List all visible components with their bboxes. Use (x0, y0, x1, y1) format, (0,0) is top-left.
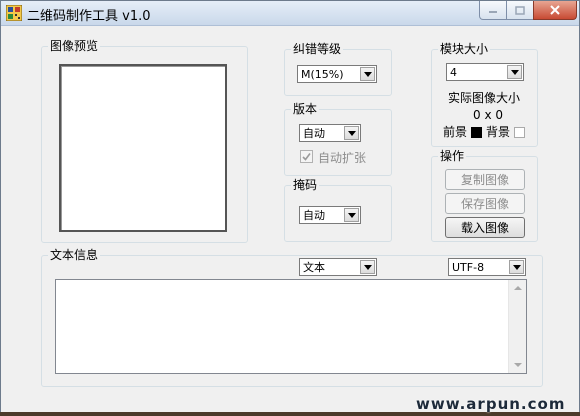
main-window: 二维码制作工具 v1.0 图像预览 纠错等级 M(15%) 版本 自动 自动扩张… (0, 0, 580, 416)
preview-group: 图像预览 (41, 39, 248, 243)
load-image-button[interactable]: 载入图像 (445, 217, 525, 238)
qr-app-icon (6, 5, 22, 21)
window-title: 二维码制作工具 v1.0 (27, 9, 151, 24)
text-content-input[interactable] (55, 279, 527, 374)
title-bar[interactable]: 二维码制作工具 v1.0 (1, 1, 579, 26)
version-value: 自动 (303, 127, 325, 140)
chevron-down-icon[interactable] (509, 260, 524, 274)
module-size-value: 4 (450, 66, 457, 79)
mask-group: 掩码 自动 (284, 178, 392, 242)
encoding-value: UTF-8 (452, 261, 485, 274)
error-correction-select[interactable]: M(15%) (297, 65, 377, 83)
mask-label: 掩码 (291, 178, 320, 192)
module-size-group: 模块大小 4 实际图像大小 0 x 0 前景 背景 (431, 42, 538, 147)
save-image-label: 保存图像 (460, 197, 509, 211)
chevron-down-icon[interactable] (344, 208, 359, 222)
version-label: 版本 (291, 102, 320, 116)
module-size-label: 模块大小 (438, 42, 491, 56)
error-correction-group: 纠错等级 M(15%) (284, 42, 392, 96)
chevron-down-icon[interactable] (344, 126, 359, 140)
save-image-button[interactable]: 保存图像 (445, 193, 525, 214)
load-image-label: 载入图像 (460, 221, 509, 235)
minimize-button[interactable] (479, 1, 507, 20)
actual-size-label: 实际图像大小 (448, 91, 521, 105)
close-button[interactable] (533, 1, 577, 20)
operations-group: 操作 复制图像 保存图像 载入图像 (431, 149, 538, 242)
maximize-button[interactable] (506, 1, 534, 20)
encoding-select[interactable]: UTF-8 (448, 258, 526, 276)
error-correction-label: 纠错等级 (291, 42, 344, 56)
mask-select[interactable]: 自动 (299, 206, 361, 224)
foreground-color-swatch[interactable] (471, 127, 482, 138)
chevron-down-icon[interactable] (360, 260, 375, 274)
checkmark-icon (302, 153, 311, 161)
copy-image-label: 复制图像 (460, 173, 509, 187)
actual-size-value: 0 x 0 (473, 108, 503, 122)
mask-value: 自动 (303, 209, 325, 222)
minimize-icon (489, 11, 497, 13)
chevron-down-icon[interactable] (507, 65, 522, 79)
foreground-label: 前景 (443, 125, 468, 139)
image-preview (59, 64, 227, 232)
text-type-value: 文本 (303, 261, 325, 274)
text-type-select[interactable]: 文本 (299, 258, 377, 276)
vertical-scrollbar[interactable] (508, 280, 526, 373)
version-select[interactable]: 自动 (299, 124, 361, 142)
module-size-select[interactable]: 4 (446, 63, 524, 81)
scroll-down-icon[interactable] (514, 363, 522, 367)
text-info-label: 文本信息 (48, 248, 101, 262)
scroll-up-icon[interactable] (514, 286, 522, 290)
auto-expand-checkbox[interactable] (300, 150, 313, 163)
auto-expand-label: 自动扩张 (318, 151, 367, 165)
operations-label: 操作 (438, 149, 467, 163)
maximize-icon (515, 5, 525, 15)
background-label: 背景 (486, 125, 511, 139)
watermark-text: www.arpun.com (416, 395, 566, 413)
text-info-group: 文本信息 文本 UTF-8 (41, 248, 543, 387)
copy-image-button[interactable]: 复制图像 (445, 169, 525, 190)
preview-label: 图像预览 (48, 39, 101, 53)
chevron-down-icon[interactable] (360, 67, 375, 81)
background-color-swatch[interactable] (514, 127, 525, 138)
error-correction-value: M(15%) (301, 68, 344, 81)
close-icon (550, 5, 560, 15)
version-group: 版本 自动 自动扩张 (284, 102, 392, 176)
